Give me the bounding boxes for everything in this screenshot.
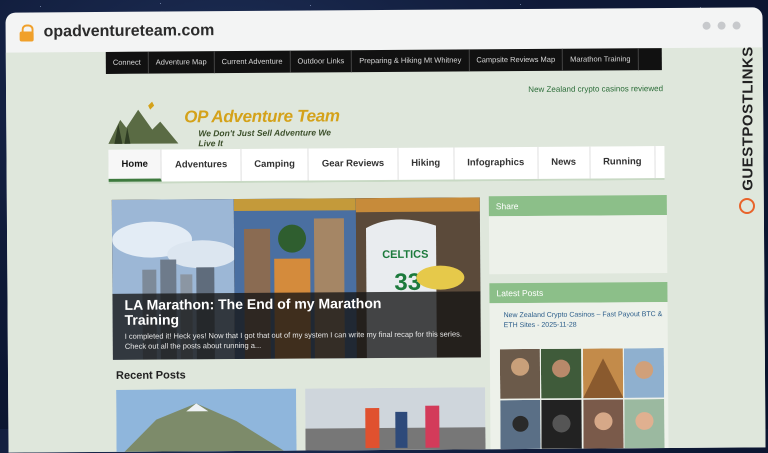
browser-window: opadventureteam.com Connect Adventure Ma…: [5, 7, 766, 453]
svg-text:CELTICS: CELTICS: [382, 249, 428, 261]
nav-news[interactable]: News: [538, 146, 591, 179]
nav-infographics[interactable]: Infographics: [454, 146, 539, 180]
hero-caption: LA Marathon: The End of my Marathon Trai…: [112, 291, 481, 360]
featured-slider[interactable]: CELTICS 33 LA Marathon: The End of my Ma…: [111, 197, 481, 360]
grid-photo[interactable]: [623, 348, 665, 398]
recent-posts-heading: Recent Posts: [115, 369, 186, 382]
lock-icon: [19, 24, 34, 42]
share-widget-body: [488, 215, 668, 275]
top-nav-connect[interactable]: Connect: [105, 51, 149, 74]
photo-grid: [499, 348, 665, 450]
nav-home[interactable]: Home: [108, 149, 163, 182]
web-page: Connect Adventure Map Current Adventure …: [5, 47, 766, 453]
window-dot-icon[interactable]: [717, 21, 726, 30]
brand-icon: [739, 198, 755, 214]
grid-photo[interactable]: [500, 399, 541, 450]
top-nav-outdoor-links[interactable]: Outdoor Links: [290, 50, 353, 73]
logo-title: OP Adventure Team: [184, 106, 340, 127]
mountain-logo-icon: [108, 101, 179, 144]
nav-running[interactable]: Running: [589, 146, 656, 179]
grid-photo[interactable]: [499, 348, 541, 399]
nav-adventures[interactable]: Adventures: [161, 149, 242, 182]
share-widget-title: Share: [488, 195, 667, 217]
watermark-logo: GUESTPOSTLINKS: [733, 40, 761, 230]
main-nav: Home Adventures Camping Gear Reviews Hik…: [108, 146, 665, 184]
latest-posts-title: Latest Posts: [489, 282, 668, 304]
address-bar[interactable]: opadventureteam.com: [5, 7, 762, 52]
hero-title[interactable]: LA Marathon: The End of my Marathon Trai…: [124, 295, 424, 328]
grid-photo[interactable]: [582, 348, 623, 399]
hero-excerpt: I completed it! Heck yes! Now that I got…: [124, 329, 462, 351]
top-nav-adventure-map[interactable]: Adventure Map: [148, 51, 215, 74]
window-dot-icon[interactable]: [732, 21, 741, 30]
post-thumbnail[interactable]: [116, 388, 297, 453]
watermark-text: GUESTPOSTLINKS: [739, 46, 757, 191]
window-controls: [702, 21, 741, 30]
site-logo[interactable]: OP Adventure Team We Don't Just Sell Adv…: [108, 98, 348, 148]
nav-hiking[interactable]: Hiking: [398, 147, 455, 180]
logo-tagline: We Don't Just Sell Adventure We Live It: [198, 127, 332, 149]
grid-photo[interactable]: [582, 398, 624, 449]
grid-photo[interactable]: [541, 348, 582, 399]
grid-photo[interactable]: [623, 398, 665, 449]
url-text[interactable]: opadventureteam.com: [44, 22, 215, 41]
top-nav-campsite-reviews[interactable]: Campsite Reviews Map: [469, 48, 564, 72]
post-thumbnail[interactable]: [305, 387, 486, 453]
latest-post-link[interactable]: New Zealand Crypto Casinos – Fast Payout…: [504, 310, 664, 331]
nav-gear-reviews[interactable]: Gear Reviews: [308, 147, 399, 181]
grid-photo[interactable]: [541, 399, 583, 449]
promo-link[interactable]: New Zealand crypto casinos reviewed: [528, 84, 663, 94]
nav-camping[interactable]: Camping: [241, 148, 309, 182]
top-nav-current-adventure[interactable]: Current Adventure: [214, 50, 291, 74]
top-nav-mt-whitney[interactable]: Preparing & Hiking Mt Whitney: [352, 49, 470, 73]
window-dot-icon[interactable]: [702, 21, 711, 30]
top-nav: Connect Adventure Map Current Adventure …: [105, 48, 662, 74]
top-nav-marathon-training[interactable]: Marathon Training: [563, 48, 639, 71]
